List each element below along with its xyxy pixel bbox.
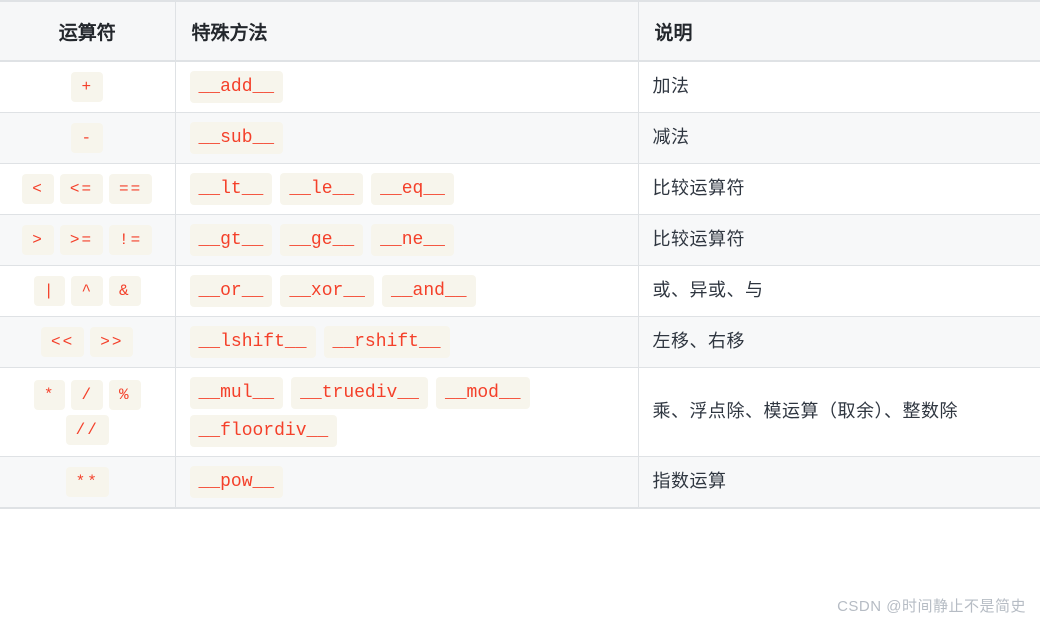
operator-badge: > bbox=[22, 225, 54, 255]
special-method-badge: __sub__ bbox=[189, 122, 284, 154]
special-method-badge: __floordiv__ bbox=[189, 415, 338, 447]
operator-cell: * /%// bbox=[0, 367, 176, 457]
table-header-row: 运算符 特殊方法 说明 bbox=[0, 0, 1040, 62]
table-row: + __add__ 加法 bbox=[0, 61, 1040, 113]
table-body: + __add__ 加法 - __sub__ 减法 < <= == __lt__ __le__ __e… bbox=[0, 61, 1040, 509]
special-method-badge: __lt__ bbox=[189, 173, 273, 205]
special-method-badge: __ge__ bbox=[280, 224, 364, 256]
special-method-badge: __pow__ bbox=[189, 466, 284, 498]
operator-badge: ^ bbox=[71, 276, 104, 306]
table-row: ** __pow__ 指数运算 bbox=[0, 456, 1040, 509]
special-method-cell: __or__ __xor__ __and__ bbox=[175, 265, 639, 317]
table-row: << >> __lshift__ __rshift__ 左移、右移 bbox=[0, 316, 1040, 368]
method-badge-group: __or__ __xor__ __and__ bbox=[189, 275, 624, 307]
special-method-cell: __lshift__ __rshift__ bbox=[175, 316, 639, 368]
special-method-badge: __gt__ bbox=[189, 224, 273, 256]
description-cell: 比较运算符 bbox=[638, 163, 1040, 215]
method-badge-group: __pow__ bbox=[189, 466, 624, 498]
column-header-description: 说明 bbox=[638, 0, 1040, 62]
table-row: * /%// __mul__ __truediv__ __mod__ __floordiv… bbox=[0, 367, 1040, 457]
operator-badge: < bbox=[22, 174, 54, 204]
operator-cell: < <= == bbox=[0, 163, 176, 215]
column-header-method: 特殊方法 bbox=[175, 0, 639, 62]
special-method-badge: __or__ bbox=[189, 275, 273, 307]
special-method-cell: __sub__ bbox=[175, 112, 639, 164]
special-method-badge: __and__ bbox=[381, 275, 476, 307]
operator-badge: != bbox=[109, 225, 153, 255]
operator-badge-group: << >> bbox=[14, 327, 161, 357]
description-cell: 减法 bbox=[638, 112, 1040, 164]
operator-badge-group: < <= == bbox=[14, 174, 161, 204]
operator-badge: / bbox=[71, 379, 104, 410]
special-method-badge: __xor__ bbox=[280, 275, 374, 307]
special-method-badge: __eq__ bbox=[371, 173, 454, 205]
special-method-cell: __add__ bbox=[175, 61, 639, 113]
method-badge-group: __sub__ bbox=[189, 122, 624, 154]
special-method-badge: __lshift__ bbox=[189, 326, 316, 358]
table-row: > >= != __gt__ __ge__ __ne__ 比较运算符 bbox=[0, 214, 1040, 266]
operator-badge: >= bbox=[59, 225, 104, 255]
operator-cell: ** bbox=[0, 456, 176, 509]
method-badge-group: __add__ bbox=[189, 71, 624, 103]
special-method-cell: __lt__ __le__ __eq__ bbox=[175, 163, 639, 215]
operator-badge-group: | ^ & bbox=[14, 276, 161, 306]
table-row: | ^ & __or__ __xor__ __and__ 或、异或、与 bbox=[0, 265, 1040, 317]
operator-cell: - bbox=[0, 112, 176, 164]
csdn-watermark: CSDN @时间静止不是简史 bbox=[837, 598, 1026, 615]
special-method-badge: __mod__ bbox=[435, 377, 530, 409]
operator-badge: | bbox=[33, 276, 66, 306]
operator-badge-group: - bbox=[14, 123, 161, 153]
operator-badge: + bbox=[71, 72, 104, 102]
operator-cell: + bbox=[0, 61, 176, 113]
operator-badge: ** bbox=[65, 467, 109, 497]
operator-badge-group: + bbox=[14, 72, 161, 102]
operator-badge: <= bbox=[59, 174, 104, 204]
description-cell: 加法 bbox=[638, 61, 1040, 113]
operator-cell: << >> bbox=[0, 316, 176, 368]
operator-cell: | ^ & bbox=[0, 265, 176, 317]
special-method-badge: __truediv__ bbox=[291, 377, 428, 409]
operator-badge: * bbox=[33, 379, 66, 410]
operator-badge-group: ** bbox=[14, 467, 161, 497]
special-method-badge: __rshift__ bbox=[323, 326, 450, 358]
operator-badge-group: * /%// bbox=[14, 379, 161, 445]
operator-table-container: 运算符 特殊方法 说明 + __add__ 加法 - __sub__ 减法 < <= == __l… bbox=[0, 0, 1040, 509]
description-cell: 乘、浮点除、模运算（取余）、整数除 bbox=[638, 367, 1040, 457]
operator-badge: - bbox=[71, 123, 104, 153]
special-method-cell: __mul__ __truediv__ __mod__ __floordiv__ bbox=[175, 367, 639, 457]
special-method-badge: __le__ bbox=[280, 173, 364, 205]
operator-badge: >> bbox=[90, 327, 134, 357]
table-header: 运算符 特殊方法 说明 bbox=[0, 0, 1040, 62]
python-operator-special-method-table: 运算符 特殊方法 说明 + __add__ 加法 - __sub__ 减法 < <= == __l… bbox=[0, 0, 1040, 509]
table-row: - __sub__ 减法 bbox=[0, 112, 1040, 164]
description-cell: 左移、右移 bbox=[638, 316, 1040, 368]
column-header-operator: 运算符 bbox=[0, 0, 176, 62]
method-badge-group: __mul__ __truediv__ __mod__ __floordiv__ bbox=[189, 377, 624, 447]
description-cell: 指数运算 bbox=[638, 456, 1040, 509]
operator-badge-group: > >= != bbox=[14, 225, 161, 255]
operator-badge: & bbox=[109, 276, 141, 306]
table-row: < <= == __lt__ __le__ __eq__ 比较运算符 bbox=[0, 163, 1040, 215]
special-method-badge: __add__ bbox=[189, 71, 284, 103]
operator-badge: << bbox=[41, 327, 85, 357]
special-method-badge: __mul__ bbox=[189, 377, 284, 409]
special-method-badge: __ne__ bbox=[371, 224, 454, 256]
method-badge-group: __gt__ __ge__ __ne__ bbox=[189, 224, 624, 256]
description-cell: 比较运算符 bbox=[638, 214, 1040, 266]
operator-badge: // bbox=[65, 414, 109, 445]
method-badge-group: __lshift__ __rshift__ bbox=[189, 326, 624, 358]
description-cell: 或、异或、与 bbox=[638, 265, 1040, 317]
operator-cell: > >= != bbox=[0, 214, 176, 266]
special-method-cell: __gt__ __ge__ __ne__ bbox=[175, 214, 639, 266]
method-badge-group: __lt__ __le__ __eq__ bbox=[189, 173, 624, 205]
special-method-cell: __pow__ bbox=[175, 456, 639, 509]
operator-badge: == bbox=[109, 174, 153, 204]
operator-badge: % bbox=[109, 379, 141, 410]
